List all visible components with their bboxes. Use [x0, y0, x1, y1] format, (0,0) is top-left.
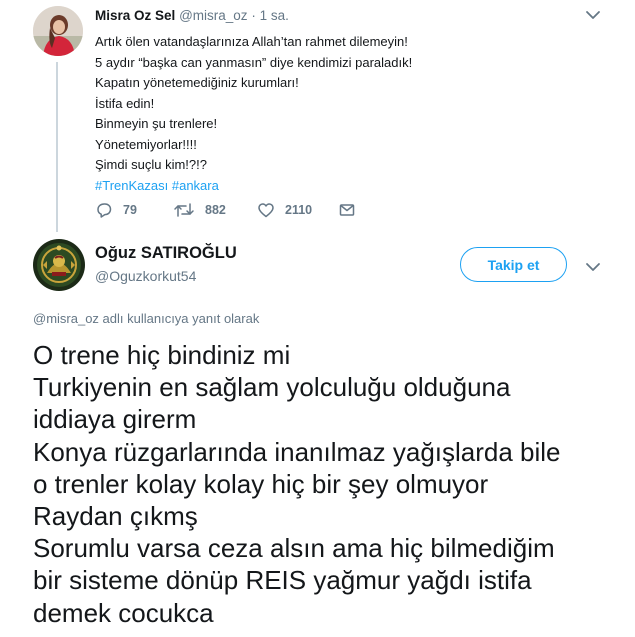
like-count: 2110 [285, 203, 313, 217]
tweet-text-line: Raydan çıkmş [33, 501, 198, 532]
tweet-text-line: O trene hiç bindiniz mi [33, 340, 291, 370]
retweet-action[interactable]: 882 [173, 199, 226, 221]
tweet-text-line: Konya rüzgarlarında inanılmaz yağışlarda… [33, 436, 561, 467]
replying-to-label[interactable]: @misra_oz adlı kullanıcıya yanıt olarak [33, 311, 259, 326]
tweet-action-bar: 79 882 2110 [95, 199, 395, 221]
tweet-text-line: Kapatın yönetemediğiniz kurumları! [95, 75, 299, 90]
header-separator: · [251, 8, 256, 23]
heart-icon [258, 203, 274, 218]
tweet-text-line: Şimdi suçlu kim!?!? [95, 157, 207, 172]
retweet-count: 882 [205, 203, 226, 217]
message-action[interactable] [338, 199, 356, 221]
reply-tweet-text: O trene hiç bindiniz mi Turkiyenin en sa… [33, 339, 623, 629]
tweet-text-line: iddiaya girerm [33, 404, 197, 435]
hashtag-line: #TrenKazası #ankara [95, 176, 615, 197]
parent-avatar[interactable] [33, 6, 83, 56]
reply-count: 79 [123, 203, 137, 217]
speech-bubble-icon [97, 203, 112, 218]
tweet-text-line: 5 aydır “başka can yanmasın” diye kendim… [95, 54, 413, 70]
parent-tweet-text: Artık ölen vatandaşlarınıza Allah’tan ra… [95, 32, 615, 196]
tweet-text-line: İstifa edin! [95, 95, 155, 111]
tweet-text-line: Artık ölen vatandaşlarınıza Allah’tan ra… [95, 34, 408, 49]
tweet-text-line: o trenler kolay kolay hiç bir şey olmuyo… [33, 468, 489, 499]
tweet-text-line: bir sisteme dönüp REIS yağmur yağdı isti… [33, 565, 532, 596]
parent-author-name[interactable]: Misra Oz Sel [95, 8, 175, 23]
reply-avatar[interactable] [33, 239, 85, 291]
tweet-text-line: Yönetemiyorlar!!!! [95, 136, 197, 152]
parent-author-handle[interactable]: @misra_oz [179, 8, 247, 23]
reply-action[interactable]: 79 [95, 199, 137, 221]
hashtag-link[interactable]: #ankara [172, 178, 219, 193]
reply-author-handle[interactable]: @Oguzkorkut54 [95, 268, 196, 284]
tweet-text-line: Binmeyin şu trenlere! [95, 116, 218, 131]
parent-tweet-time[interactable]: 1 sa. [260, 8, 289, 23]
envelope-icon [339, 204, 355, 216]
hashtag-link[interactable]: #TrenKazası [95, 178, 168, 193]
tweet-text-line: Turkiyenin en sağlam yolculuğu olduğuna [33, 372, 511, 403]
follow-button[interactable]: Takip et [460, 247, 567, 282]
like-action[interactable]: 2110 [257, 199, 312, 221]
retweet-arrows-icon [174, 203, 194, 217]
parent-tweet: Misra Oz Sel @misra_oz · 1 sa. Artık öle… [0, 0, 635, 232]
tweet-text-line: Sorumlu varsa ceza alsın ama hiç bilmedi… [33, 533, 555, 564]
reply-author-name[interactable]: Oğuz SATIROĞLU [95, 244, 237, 263]
chevron-down-icon[interactable] [585, 261, 601, 273]
chevron-down-icon[interactable] [585, 9, 601, 21]
parent-tweet-header: Misra Oz Sel @misra_oz · 1 sa. [95, 8, 605, 28]
thread-connector-line [56, 62, 58, 232]
tweet-text-line: demek cocukca [33, 597, 214, 628]
